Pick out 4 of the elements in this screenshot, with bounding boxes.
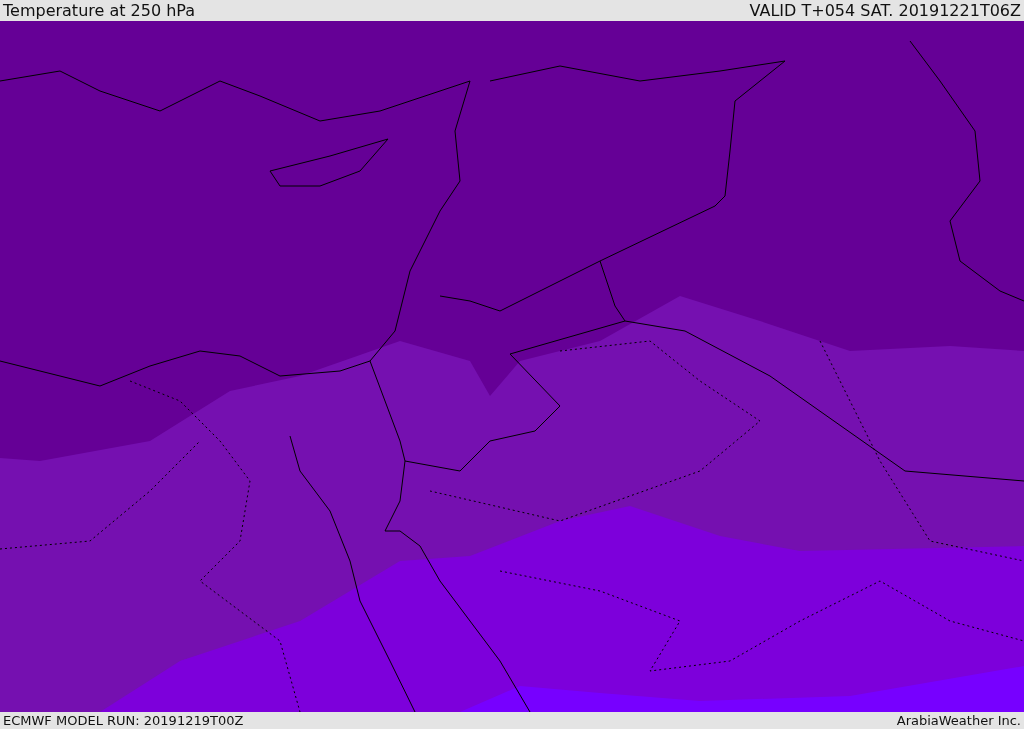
map-title: Temperature at 250 hPa <box>3 1 196 20</box>
model-run: ECMWF MODEL RUN: 20191219T00Z <box>3 713 244 728</box>
valid-time: VALID T+054 SAT. 20191221T06Z <box>749 1 1021 20</box>
credit-text: ArabiaWeather Inc. <box>896 713 1021 728</box>
